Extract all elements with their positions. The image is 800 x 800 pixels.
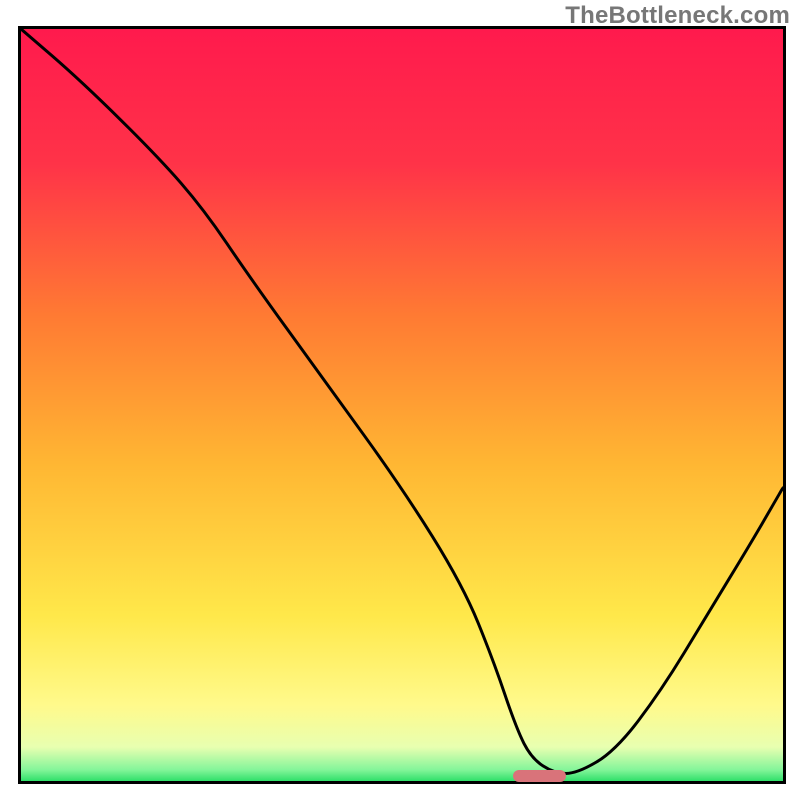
chart-stage: TheBottleneck.com xyxy=(0,0,800,800)
plot-background xyxy=(21,29,783,781)
optimal-marker xyxy=(513,770,567,782)
plot-svg xyxy=(21,29,783,781)
plot-frame xyxy=(18,26,786,784)
